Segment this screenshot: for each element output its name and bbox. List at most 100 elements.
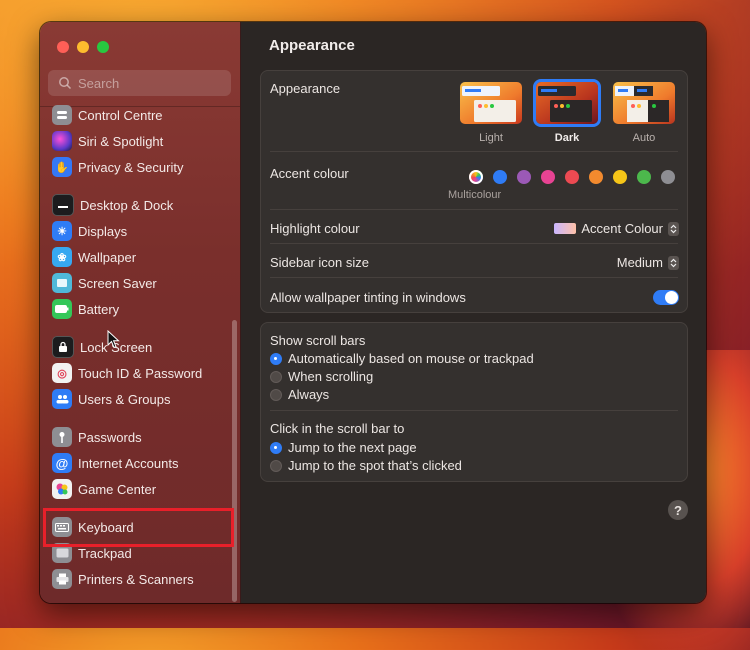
accent-swatch-multicolour[interactable] [469, 170, 483, 184]
radio-scroll-automatic[interactable]: Automatically based on mouse or trackpad [270, 351, 534, 366]
key-icon [52, 427, 72, 447]
radio-label: Always [288, 387, 330, 402]
sidebar-icon-size-label: Sidebar icon size [270, 255, 369, 270]
game-center-icon [52, 479, 72, 499]
sidebar-item-touch-id[interactable]: ◎ Touch ID & Password [52, 362, 202, 384]
sidebar-item-label: Siri & Spotlight [78, 133, 164, 149]
sidebar-item-desktop-dock[interactable]: Desktop & Dock [52, 194, 173, 216]
accent-swatch-red[interactable] [565, 170, 579, 184]
main-pane: Appearance Appearance Light Dark Auto Ac… [241, 22, 706, 603]
appearance-option-label: Dark [554, 132, 580, 144]
sidebar-item-passwords[interactable]: Passwords [52, 426, 142, 448]
auto-thumbnail-icon [613, 82, 675, 124]
highlight-swatch [554, 223, 577, 234]
click-scroll-label: Click in the scroll bar to [270, 421, 405, 436]
divider [270, 151, 678, 152]
printer-icon [52, 569, 72, 589]
sidebar-item-internet-accounts[interactable]: @ Internet Accounts [52, 452, 178, 474]
accent-swatch-pink[interactable] [541, 170, 555, 184]
sidebar-item-label: Control Centre [78, 107, 163, 123]
sidebar-item-users-groups[interactable]: Users & Groups [52, 388, 170, 410]
radio-label: When scrolling [288, 369, 374, 384]
appearance-option-dark[interactable] [536, 82, 598, 124]
radio-scroll-when-scrolling[interactable]: When scrolling [270, 369, 373, 384]
radio-label: Jump to the next page [288, 440, 417, 455]
accent-swatch-blue[interactable] [493, 170, 507, 184]
highlight-colour-label: Highlight colour [270, 221, 360, 236]
window-controls [57, 41, 109, 53]
close-button[interactable] [57, 41, 69, 53]
divider [270, 410, 678, 411]
sidebar-item-label: Passwords [78, 429, 142, 445]
appearance-label: Appearance [270, 81, 341, 96]
divider [270, 243, 678, 244]
sidebar-item-label: Printers & Scanners [78, 571, 194, 587]
minimize-button[interactable] [77, 41, 89, 53]
radio-jump-to-spot[interactable]: Jump to the spot that’s clicked [270, 458, 462, 473]
wallpaper-icon: ❀ [52, 247, 72, 267]
wallpaper-tinting-label: Allow wallpaper tinting in windows [270, 290, 466, 305]
dock-icon [52, 194, 74, 216]
at-icon: @ [52, 453, 72, 473]
siri-icon [52, 131, 72, 151]
sidebar-item-printers-scanners[interactable]: Printers & Scanners [52, 568, 194, 590]
radio-label: Jump to the spot that’s clicked [288, 458, 462, 473]
sidebar-item-label: Desktop & Dock [80, 197, 174, 213]
accent-swatch-purple[interactable] [517, 170, 531, 184]
sun-icon: ☀ [52, 221, 72, 241]
sidebar-item-game-center[interactable]: Game Center [52, 478, 156, 500]
accent-swatch-yellow[interactable] [613, 170, 627, 184]
appearance-option-light[interactable] [460, 82, 522, 124]
chevron-updown-icon [668, 221, 679, 236]
sidebar-item-wallpaper[interactable]: ❀ Wallpaper [52, 246, 136, 268]
zoom-button[interactable] [97, 41, 109, 53]
radio-label: Automatically based on mouse or trackpad [288, 351, 534, 366]
radio-selected-icon [270, 441, 282, 454]
sidebar-item-label: Privacy & Security [78, 159, 184, 175]
sidebar-item-lock-screen[interactable]: Lock Screen [52, 336, 152, 358]
sidebar-item-label: Battery [78, 301, 120, 317]
wallpaper-tinting-toggle[interactable] [653, 290, 679, 305]
help-button[interactable]: ? [668, 500, 688, 520]
search-field[interactable]: Search [48, 70, 231, 96]
sidebar-item-privacy-security[interactable]: ✋ Privacy & Security [52, 156, 183, 178]
sidebar-item-control-centre[interactable]: Control Centre [52, 104, 163, 126]
appearance-option-label: Light [479, 132, 503, 144]
divider [270, 209, 678, 210]
page-title: Appearance [269, 37, 355, 54]
show-scroll-bars-label: Show scroll bars [270, 333, 366, 348]
accent-swatch-graphite[interactable] [661, 170, 675, 184]
radio-unselected-icon [270, 459, 282, 472]
sidebar-item-displays[interactable]: ☀ Displays [52, 220, 127, 242]
radio-selected-icon [270, 352, 282, 365]
accent-caption: Multicolour [448, 189, 502, 201]
accent-swatch-orange[interactable] [589, 170, 603, 184]
dark-thumbnail-icon [536, 82, 598, 124]
sidebar-icon-size-popup[interactable]: Medium [617, 255, 679, 270]
scroll-bars-panel: Show scroll bars Automatically based on … [260, 322, 688, 482]
chevron-updown-icon [668, 255, 679, 270]
sidebar-item-label: Wallpaper [78, 249, 137, 265]
sidebar-item-siri-spotlight[interactable]: Siri & Spotlight [52, 130, 163, 152]
accent-swatch-green[interactable] [637, 170, 651, 184]
appearance-panel: Appearance Light Dark Auto Accent colour… [260, 70, 688, 313]
sidebar-icon-size-value: Medium [616, 255, 663, 270]
light-thumbnail-icon [460, 82, 522, 124]
mouse-cursor-icon [107, 330, 120, 349]
radio-jump-next-page[interactable]: Jump to the next page [270, 440, 417, 455]
sidebar-item-label: Users & Groups [78, 391, 171, 407]
highlight-colour-popup[interactable]: Accent Colour [554, 221, 679, 236]
users-icon [52, 389, 72, 409]
sidebar-item-battery[interactable]: Battery [52, 298, 119, 320]
sidebar-scrollbar[interactable] [232, 320, 237, 602]
radio-scroll-always[interactable]: Always [270, 387, 329, 402]
appearance-option-auto[interactable] [613, 82, 675, 124]
lock-icon [52, 336, 74, 358]
keyboard-highlight-annotation [43, 508, 234, 547]
radio-unselected-icon [270, 388, 282, 401]
sidebar-item-label: Displays [78, 223, 128, 239]
sidebar-item-label: Touch ID & Password [78, 365, 203, 381]
accent-colour-label: Accent colour [270, 166, 349, 181]
sidebar-item-screen-saver[interactable]: Screen Saver [52, 272, 157, 294]
divider [270, 277, 678, 278]
